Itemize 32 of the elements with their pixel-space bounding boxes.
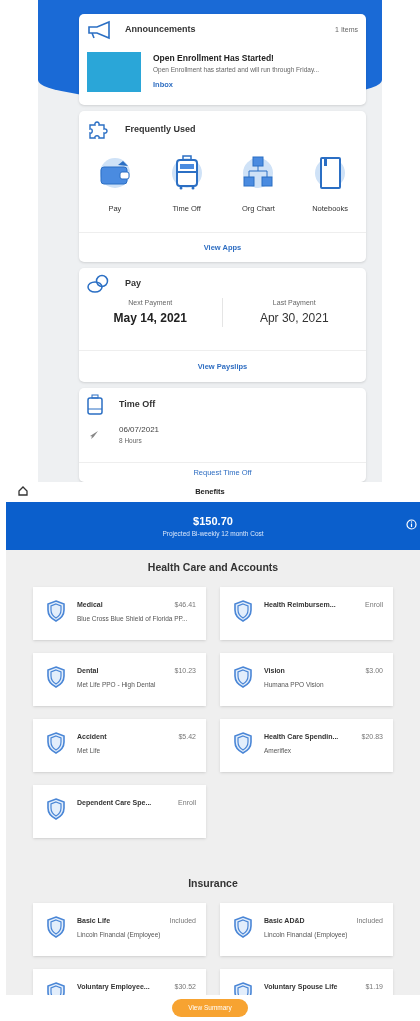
home-icon[interactable] xyxy=(18,486,28,496)
puzzle-icon xyxy=(87,119,109,141)
suitcase-icon xyxy=(169,155,204,191)
card-title: Time Off xyxy=(119,398,156,412)
org-chart-icon xyxy=(241,155,276,191)
shield-icon xyxy=(234,665,252,688)
card-title: Announcements xyxy=(125,23,196,37)
shield-icon xyxy=(234,731,252,754)
time-off-date: 06/07/2021 xyxy=(119,424,160,436)
shield-icon xyxy=(234,599,252,622)
shield-icon xyxy=(47,731,65,754)
notebook-icon xyxy=(313,155,348,191)
card-title: Frequently Used xyxy=(125,123,196,137)
megaphone-icon xyxy=(87,20,113,40)
shield-icon xyxy=(47,599,65,622)
cost-amount: $150.70 xyxy=(193,513,233,529)
suitcase-icon xyxy=(87,394,103,416)
airplane-icon xyxy=(89,429,99,440)
section-title: Insurance xyxy=(187,875,239,891)
shield-icon xyxy=(47,797,65,820)
card-title: Pay xyxy=(125,277,141,291)
announcement-title: Open Enrollment Has Started! xyxy=(153,52,275,65)
shield-icon xyxy=(234,915,252,938)
wallet-icon xyxy=(97,155,132,191)
coins-icon xyxy=(87,274,109,294)
payment-date: Apr 30, 2021 xyxy=(259,309,329,327)
info-icon[interactable] xyxy=(406,519,417,530)
photo-placeholder xyxy=(87,52,141,92)
payment-date: May 14, 2021 xyxy=(113,309,187,327)
section-title: Health Care and Accounts xyxy=(146,560,280,575)
shield-icon xyxy=(47,915,65,938)
shield-icon xyxy=(47,665,65,688)
